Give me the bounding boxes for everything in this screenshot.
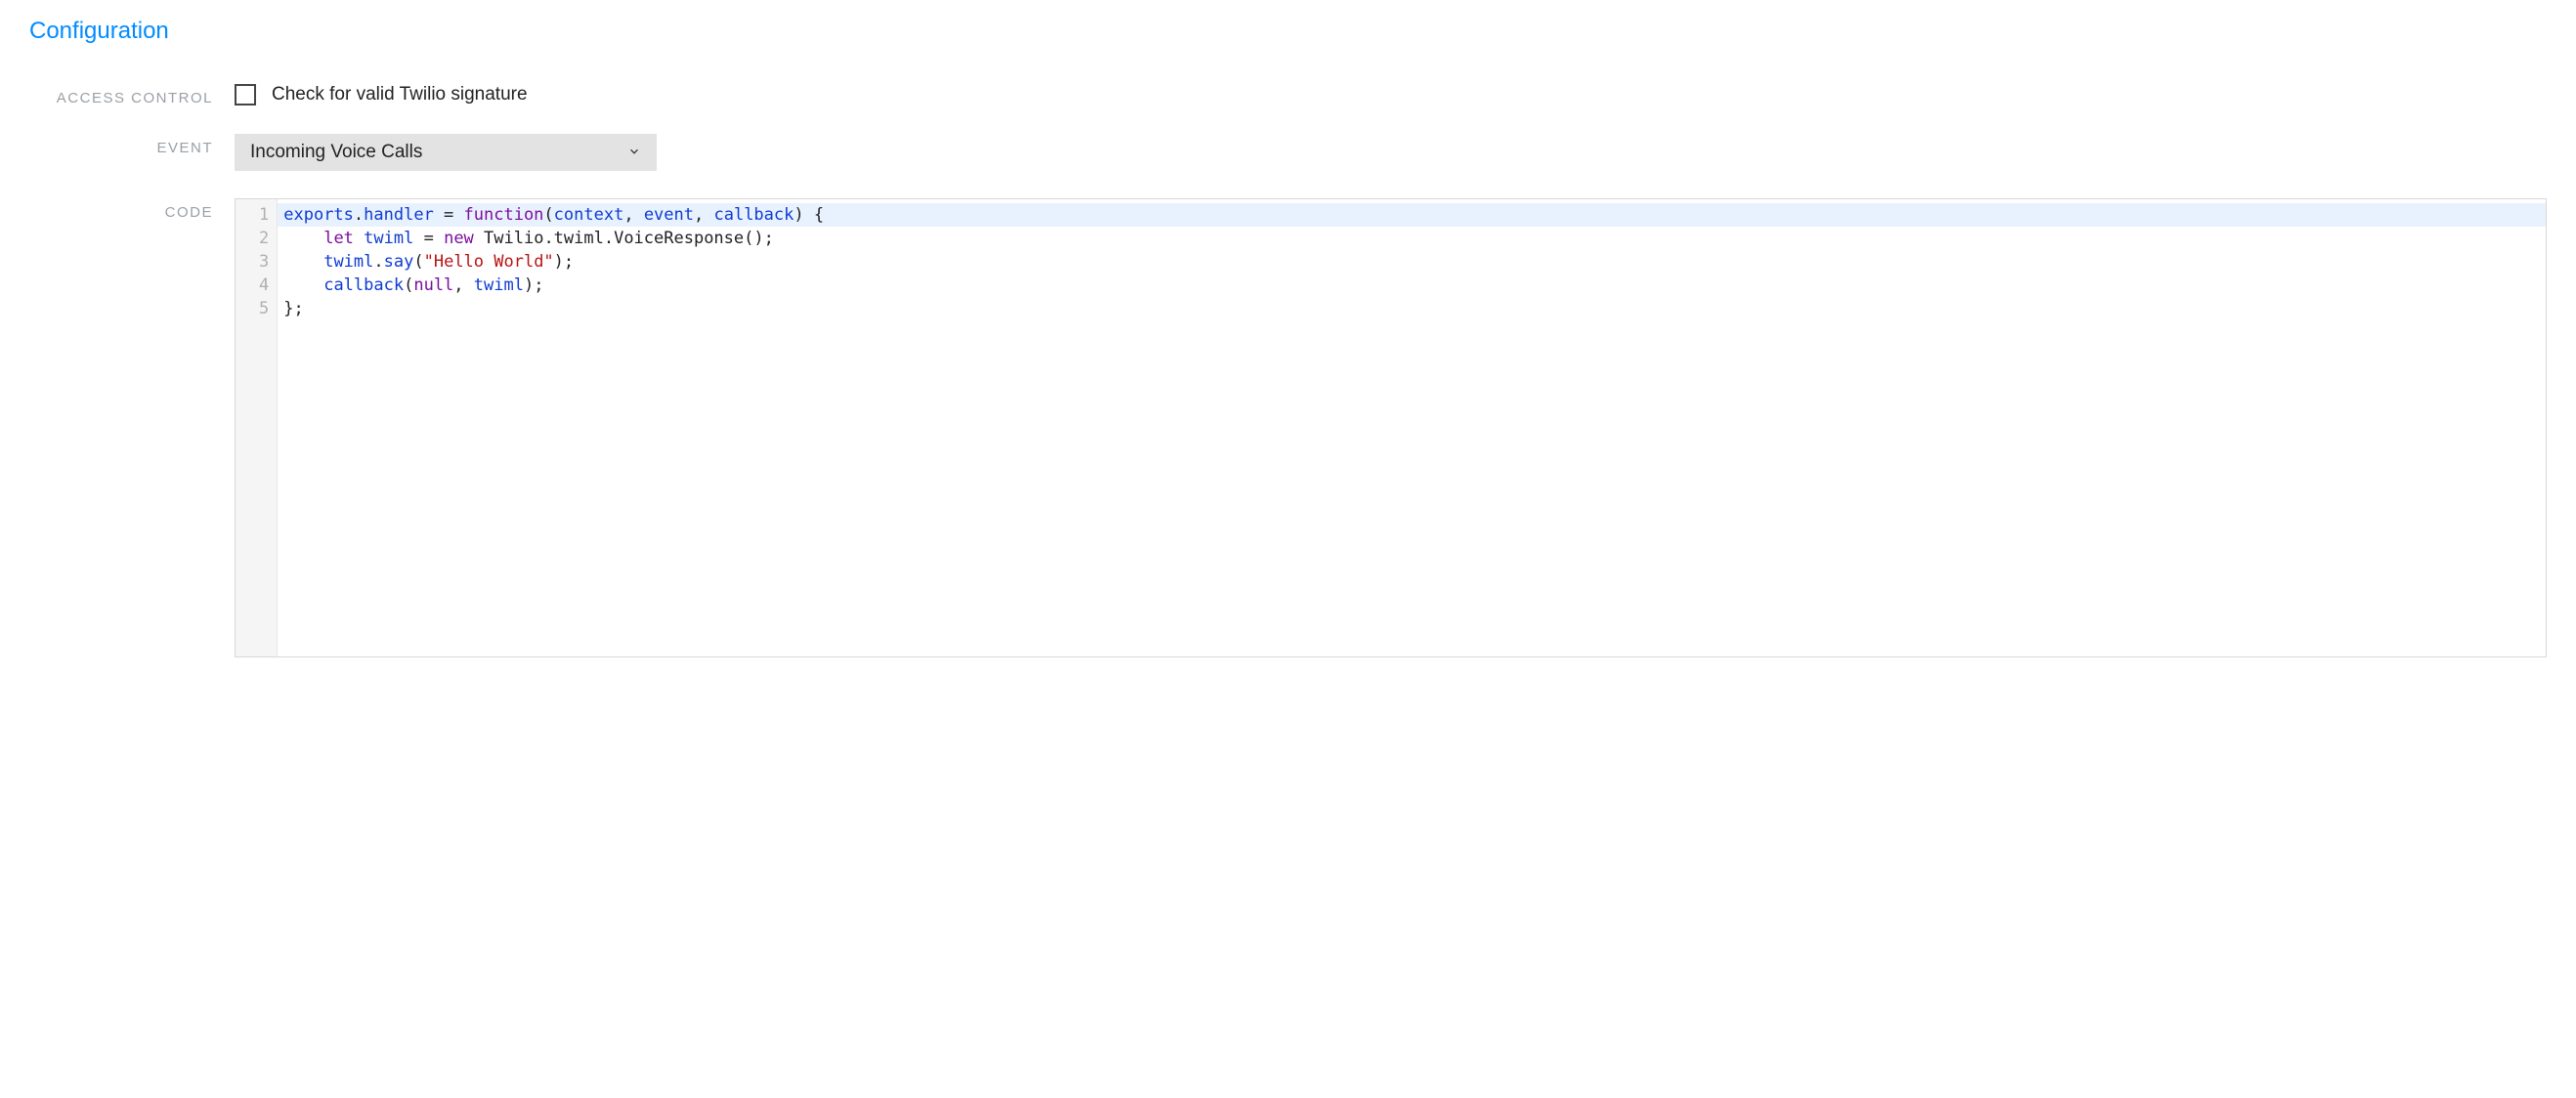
gutter-line-number: 3 xyxy=(259,250,269,274)
signature-checkbox-label: Check for valid Twilio signature xyxy=(272,84,528,106)
event-select-value: Incoming Voice Calls xyxy=(250,142,422,163)
event-row: EVENT Incoming Voice Calls xyxy=(29,134,2547,171)
code-label: CODE xyxy=(29,198,235,657)
chevron-down-icon xyxy=(627,145,641,161)
signature-checkbox[interactable] xyxy=(235,84,256,106)
event-select[interactable]: Incoming Voice Calls xyxy=(235,134,657,171)
access-control-label: ACCESS CONTROL xyxy=(29,84,235,106)
gutter-line-number: 5 xyxy=(259,297,269,320)
code-gutter: 12345 xyxy=(236,199,278,656)
code-line[interactable]: let twiml = new Twilio.twiml.VoiceRespon… xyxy=(278,227,2546,250)
code-line[interactable]: twiml.say("Hello World"); xyxy=(278,250,2546,274)
access-control-checkbox-wrap: Check for valid Twilio signature xyxy=(235,84,2547,106)
code-row: CODE 12345 exports.handler = function(co… xyxy=(29,198,2547,657)
code-line[interactable]: exports.handler = function(context, even… xyxy=(278,203,2546,227)
code-editor[interactable]: 12345 exports.handler = function(context… xyxy=(235,198,2547,657)
gutter-line-number: 4 xyxy=(259,274,269,297)
code-line[interactable]: callback(null, twiml); xyxy=(278,274,2546,297)
access-control-row: ACCESS CONTROL Check for valid Twilio si… xyxy=(29,84,2547,106)
gutter-line-number: 2 xyxy=(259,227,269,250)
event-label: EVENT xyxy=(29,134,235,156)
section-title: Configuration xyxy=(29,18,2547,45)
gutter-line-number: 1 xyxy=(259,203,269,227)
code-line[interactable]: }; xyxy=(278,297,2546,320)
code-lines[interactable]: exports.handler = function(context, even… xyxy=(278,199,2546,656)
